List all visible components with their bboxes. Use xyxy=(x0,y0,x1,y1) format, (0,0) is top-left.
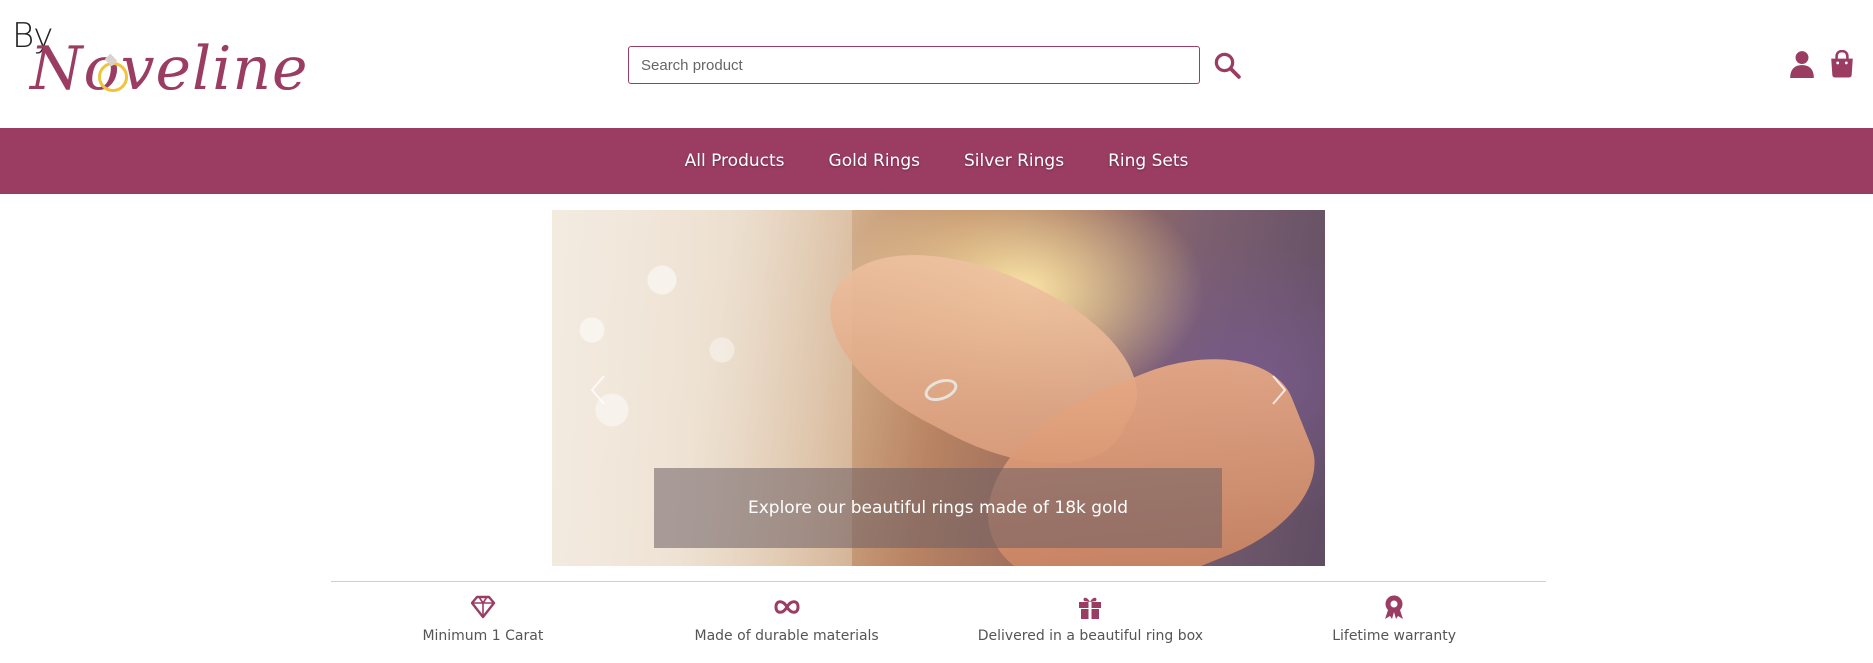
feature-label: Made of durable materials xyxy=(694,628,879,644)
feature-item: Delivered in a beautiful ring box xyxy=(939,594,1243,654)
gift-icon xyxy=(1079,597,1102,619)
carousel-caption: Explore our beautiful rings made of 18k … xyxy=(654,468,1222,548)
chevron-right-icon[interactable] xyxy=(1263,370,1293,410)
section-divider xyxy=(331,581,1546,582)
diamond-icon xyxy=(470,595,496,619)
features-bar: Minimum 1 Carat Made of durable material… xyxy=(331,594,1546,654)
search-bar xyxy=(628,46,1242,84)
shopping-bag-icon[interactable] xyxy=(1829,50,1855,78)
nav-ring-sets[interactable]: Ring Sets xyxy=(1108,151,1188,171)
hero-carousel: Explore our beautiful rings made of 18k … xyxy=(552,210,1325,566)
feature-item: Made of durable materials xyxy=(635,594,939,654)
feature-item: Minimum 1 Carat xyxy=(331,594,635,654)
header-actions xyxy=(1789,50,1855,78)
site-header: By Noveline xyxy=(0,0,1873,128)
chevron-left-icon[interactable] xyxy=(584,370,614,410)
award-ribbon-icon xyxy=(1385,595,1404,619)
logo-brand-name: Noveline xyxy=(30,34,309,104)
feature-item: Lifetime warranty xyxy=(1242,594,1546,654)
ring-logo-icon xyxy=(98,62,128,92)
main-nav: All Products Gold Rings Silver Rings Rin… xyxy=(0,128,1873,194)
search-icon[interactable] xyxy=(1212,50,1242,80)
feature-label: Delivered in a beautiful ring box xyxy=(977,628,1204,644)
search-input[interactable] xyxy=(628,46,1200,84)
brand-logo[interactable]: By Noveline xyxy=(12,14,308,104)
nav-gold-rings[interactable]: Gold Rings xyxy=(829,151,920,171)
feature-label: Lifetime warranty xyxy=(1332,628,1457,644)
nav-silver-rings[interactable]: Silver Rings xyxy=(964,151,1064,171)
feature-label: Minimum 1 Carat xyxy=(422,628,544,644)
infinity-icon xyxy=(774,600,800,614)
carousel-caption-text: Explore our beautiful rings made of 18k … xyxy=(747,498,1129,518)
nav-all-products[interactable]: All Products xyxy=(685,151,785,171)
user-icon[interactable] xyxy=(1789,50,1815,78)
